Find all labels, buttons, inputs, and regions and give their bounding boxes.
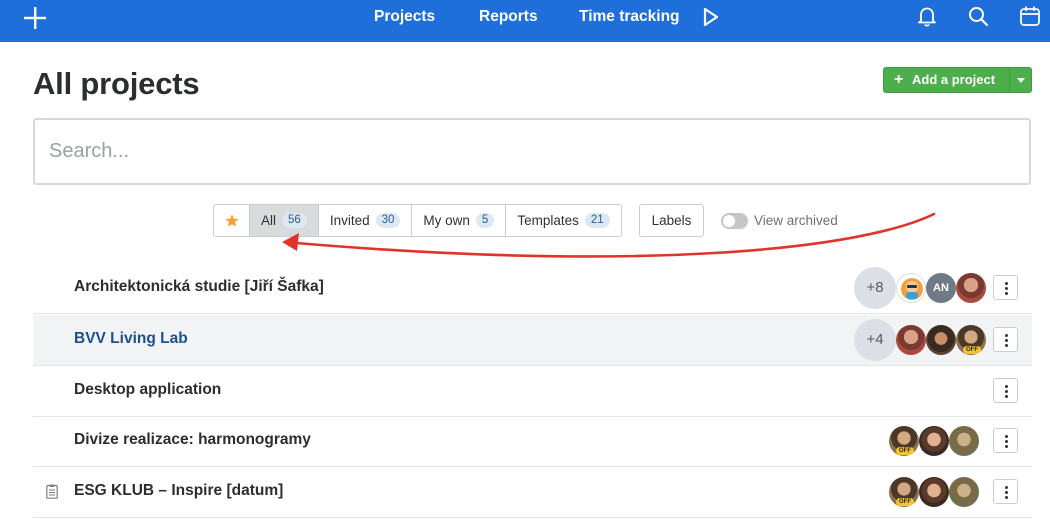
more-options-button[interactable] [993,378,1018,403]
view-archived-toggle[interactable] [721,213,748,229]
member-avatars[interactable]: +8 AN [854,266,989,310]
avatar: AN [926,273,956,303]
more-options-button[interactable] [993,275,1018,300]
count-badge: 30 [375,213,401,228]
count-badge: 5 [475,213,495,228]
project-row[interactable]: Divize realizace: harmonogramy OFF [33,416,1032,467]
avatar [896,325,926,355]
filter-tab-label: All [261,213,277,228]
count-badge: 21 [584,213,610,228]
template-document-icon [46,484,58,499]
add-project-button-group: + Add a project [883,67,1032,93]
view-archived-label: View archived [754,213,838,228]
off-status-badge: OFF [896,498,914,506]
bell-icon[interactable] [916,5,938,27]
plus-icon[interactable] [22,5,48,31]
filter-tab-my-own[interactable]: My own 5 [412,205,507,236]
add-project-label: Add a project [912,72,996,87]
avatar [896,273,926,303]
project-row[interactable]: Desktop application [33,366,1032,417]
page-title: All projects [33,66,200,101]
star-icon [224,213,239,227]
avatar: OFF [889,426,919,456]
project-name[interactable]: Architektonická studie [Jiří Šafka] [74,278,324,296]
avatar: OFF [956,325,986,355]
avatar [926,325,956,355]
search-box [33,118,1031,185]
off-status-badge: OFF [963,346,981,354]
nav-time-tracking-link[interactable]: Time tracking [579,8,680,26]
nav-reports-link[interactable]: Reports [479,8,538,26]
user-illustration-icon [901,278,923,300]
search-icon[interactable] [967,5,989,27]
project-name[interactable]: Desktop application [74,381,221,399]
more-options-button[interactable] [993,327,1018,352]
extra-members-count[interactable]: +4 [854,319,896,361]
labels-button[interactable]: Labels [639,204,704,237]
more-options-button[interactable] [993,428,1018,453]
avatar [919,477,949,507]
project-name[interactable]: ESG KLUB – Inspire [datum] [74,482,283,500]
avatar [949,477,979,507]
member-avatars[interactable]: OFF [889,470,989,514]
project-name[interactable]: Divize realizace: harmonogramy [74,431,311,449]
member-avatars[interactable]: +4 OFF [854,318,989,362]
count-badge: 56 [282,213,307,228]
extra-members-count[interactable]: +8 [854,267,896,309]
member-avatars[interactable]: OFF [889,419,989,463]
avatar [949,426,979,456]
nav-projects-link[interactable]: Projects [374,8,435,26]
filter-tab-label: Invited [329,213,370,228]
calendar-icon[interactable] [1019,5,1041,27]
avatar [956,273,986,303]
top-navigation-bar: Projects Reports Time tracking [0,0,1050,42]
off-status-badge: OFF [896,447,914,455]
avatar: OFF [889,477,919,507]
filter-tab-label: Templates [517,213,579,228]
project-row[interactable]: Architektonická studie [Jiří Šafka] +8 A… [33,263,1032,314]
filter-tab-label: My own [423,213,470,228]
add-project-button[interactable]: + Add a project [884,68,1009,92]
project-filter-tabs: All 56 Invited 30 My own 5 Templates 21 [213,204,622,237]
avatar [919,426,949,456]
project-row[interactable]: BVV Living Lab +4 OFF [33,315,1032,366]
plus-icon: + [894,71,904,88]
search-input[interactable] [35,120,1029,183]
filter-tab-invited[interactable]: Invited 30 [319,205,413,236]
filter-tab-all[interactable]: All 56 [250,205,319,236]
add-project-dropdown-toggle[interactable] [1009,68,1031,92]
project-row[interactable]: ESG KLUB – Inspire [datum] OFF [33,467,1032,518]
more-options-button[interactable] [993,479,1018,504]
filter-favorites[interactable] [214,205,250,236]
play-icon[interactable] [702,6,720,28]
filter-tab-templates[interactable]: Templates 21 [506,205,620,236]
project-name[interactable]: BVV Living Lab [74,330,188,348]
